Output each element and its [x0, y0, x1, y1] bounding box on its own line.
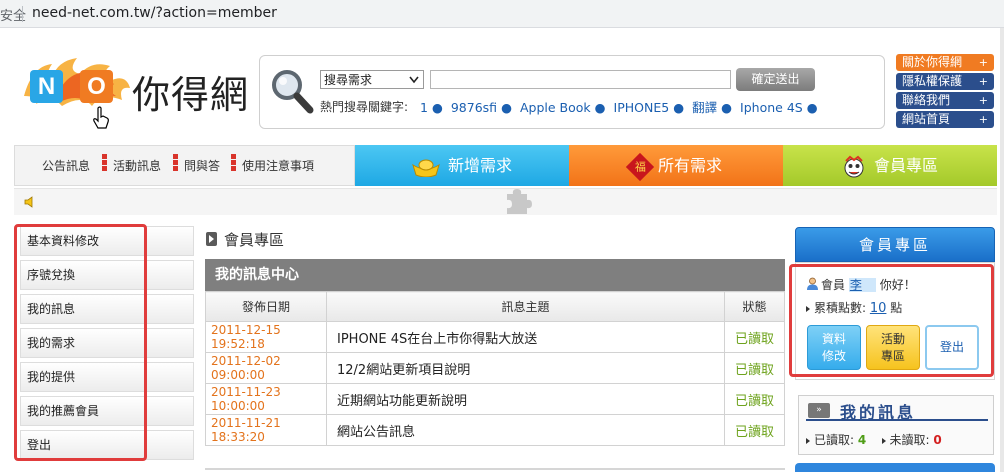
chevron-down-icon	[409, 76, 419, 84]
tab-all-requests[interactable]: 福所有需求	[569, 145, 783, 186]
scrollbar[interactable]	[1000, 28, 1004, 472]
double-arrow-icon: »	[808, 403, 830, 418]
nav-separator	[173, 154, 178, 172]
bullet: ●	[806, 100, 818, 115]
url-text[interactable]: need-net.com.tw/?action=member	[32, 5, 277, 21]
tab-label: 新增需求	[447, 156, 512, 175]
side-menu-home[interactable]: 網站首頁 +	[896, 111, 994, 128]
tab-label: 會員專區	[873, 156, 938, 175]
message-status: 已讀取	[724, 321, 785, 353]
side-menu-label: 隱私權保護	[902, 74, 963, 88]
bullet: ●	[431, 100, 443, 115]
bullet: ●	[594, 100, 606, 115]
bullet: ●	[673, 100, 685, 115]
search-type-value: 搜尋需求	[324, 73, 373, 87]
hot-keyword-link[interactable]: 翻譯	[692, 100, 717, 115]
tab-label: 所有需求	[657, 156, 722, 175]
triangle-bullet-icon	[881, 437, 886, 444]
table-row[interactable]: 2011-11-21 18:33:20 網站公告訊息 已讀取	[205, 414, 785, 446]
next-panel-header	[795, 463, 995, 472]
unread-count: 0	[933, 433, 942, 447]
left-menu-highlight-box	[14, 224, 147, 461]
search-input[interactable]	[430, 70, 731, 89]
hot-keyword-link[interactable]: 1	[420, 100, 428, 115]
tab-member-area[interactable]: 會員專區	[783, 145, 997, 186]
nav-separator	[231, 154, 236, 172]
search-type-select[interactable]: 搜尋需求	[320, 70, 424, 89]
search-panel	[259, 55, 885, 129]
lion-dance-icon	[844, 155, 864, 177]
fortune-icon: 福	[625, 152, 655, 181]
message-date: 2011-11-23 10:00:00	[205, 383, 327, 415]
message-table: 發佈日期 訊息主題 狀態 2011-12-15 19:52:18 IPHONE …	[205, 291, 785, 446]
side-menu-label: 網站首頁	[902, 112, 951, 126]
message-status: 已讀取	[724, 414, 785, 446]
table-header-row: 發佈日期 訊息主題 狀態	[205, 291, 785, 322]
message-date: 2011-12-15 19:52:18	[205, 321, 327, 353]
triangle-bullet-icon	[806, 437, 810, 444]
plus-icon: +	[978, 56, 988, 69]
hot-keywords: 1 ● 9876sfi ● Apple Book ● IPHONE5 ● 翻譯 ● Iph…	[420, 97, 822, 116]
column-header-subject: 訊息主題	[326, 291, 725, 322]
message-date: 2011-11-21 18:33:20	[205, 414, 327, 446]
fortune-char: 福	[634, 159, 646, 173]
hand-cursor-icon	[93, 106, 109, 129]
side-menu-label: 聯絡我們	[902, 93, 951, 107]
plus-icon: +	[978, 113, 988, 126]
message-subject-link[interactable]: 網站公告訊息	[326, 414, 725, 446]
section-arrow-icon	[206, 232, 217, 246]
hot-keyword-link[interactable]: Apple Book	[520, 100, 591, 115]
hot-keyword-link[interactable]: IPHONE5	[614, 100, 670, 115]
my-messages-title[interactable]: 我的訊息	[840, 399, 916, 423]
plus-icon: +	[978, 94, 988, 107]
side-menu-privacy[interactable]: 隱私權保護 +	[896, 73, 994, 90]
side-menu-about[interactable]: 關於你得網 +	[896, 54, 994, 71]
bullet: ●	[721, 100, 733, 115]
nav-link-announcements[interactable]: 公告訊息	[42, 157, 90, 174]
hot-keywords-label: 熱門搜尋關鍵字:	[320, 100, 409, 114]
puzzle-icon	[507, 189, 532, 214]
logo-o[interactable]: O	[80, 70, 113, 103]
logo-text[interactable]: 你得網	[132, 64, 249, 119]
divider	[205, 468, 785, 470]
message-center-title: 我的訊息中心	[205, 259, 785, 291]
logo-n[interactable]: N	[30, 70, 63, 103]
table-row[interactable]: 2011-11-23 10:00:00 近期網站功能更新說明 已讀取	[205, 383, 785, 415]
side-menu-label: 關於你得網	[902, 55, 963, 69]
side-menu-contact[interactable]: 聯絡我們 +	[896, 92, 994, 109]
my-messages-stats: 已讀取: 4 未讀取: 0	[806, 431, 942, 448]
column-header-date: 發佈日期	[205, 291, 327, 322]
speaker-icon	[24, 196, 33, 208]
read-count: 4	[857, 433, 867, 447]
hot-keyword-link[interactable]: Iphone 4S	[740, 100, 803, 115]
member-panel-highlight-box	[789, 264, 994, 377]
table-row[interactable]: 2011-12-02 09:00:00 12/2網站更新項目說明 已讀取	[205, 352, 785, 384]
message-subject-link[interactable]: IPHONE 4S在台上市你得點大放送	[326, 321, 725, 353]
message-subject-link[interactable]: 近期網站功能更新說明	[326, 383, 725, 415]
tab-add-request[interactable]: 新增需求	[355, 145, 569, 186]
message-date: 2011-12-02 09:00:00	[205, 352, 327, 384]
nav-link-events[interactable]: 活動訊息	[113, 157, 161, 174]
bullet: ●	[501, 100, 512, 115]
address-separator	[22, 6, 23, 22]
nav-separator	[102, 154, 107, 172]
plus-icon: +	[978, 75, 988, 88]
gold-ingot-icon	[412, 159, 440, 177]
browser-address-bar[interactable]: 安全 need-net.com.tw/?action=member	[0, 0, 1004, 28]
member-panel-title: 會員專區	[795, 227, 995, 262]
message-status: 已讀取	[724, 352, 785, 384]
message-subject-link[interactable]: 12/2網站更新項目說明	[326, 352, 725, 384]
unread-label: 未讀取:	[889, 433, 930, 447]
page-title: 會員專區	[224, 231, 285, 249]
nav-link-faq[interactable]: 問與答	[184, 157, 220, 174]
message-status: 已讀取	[724, 383, 785, 415]
search-submit-button[interactable]: 確定送出	[736, 68, 815, 91]
hot-keyword-link[interactable]: 9876sfi	[451, 100, 497, 115]
magnifier-icon	[272, 70, 314, 114]
nav-link-usage-notes[interactable]: 使用注意事項	[242, 157, 314, 174]
table-row[interactable]: 2011-12-15 19:52:18 IPHONE 4S在台上市你得點大放送 …	[205, 321, 785, 353]
read-label: 已讀取:	[814, 433, 855, 447]
column-header-status: 狀態	[724, 291, 785, 322]
